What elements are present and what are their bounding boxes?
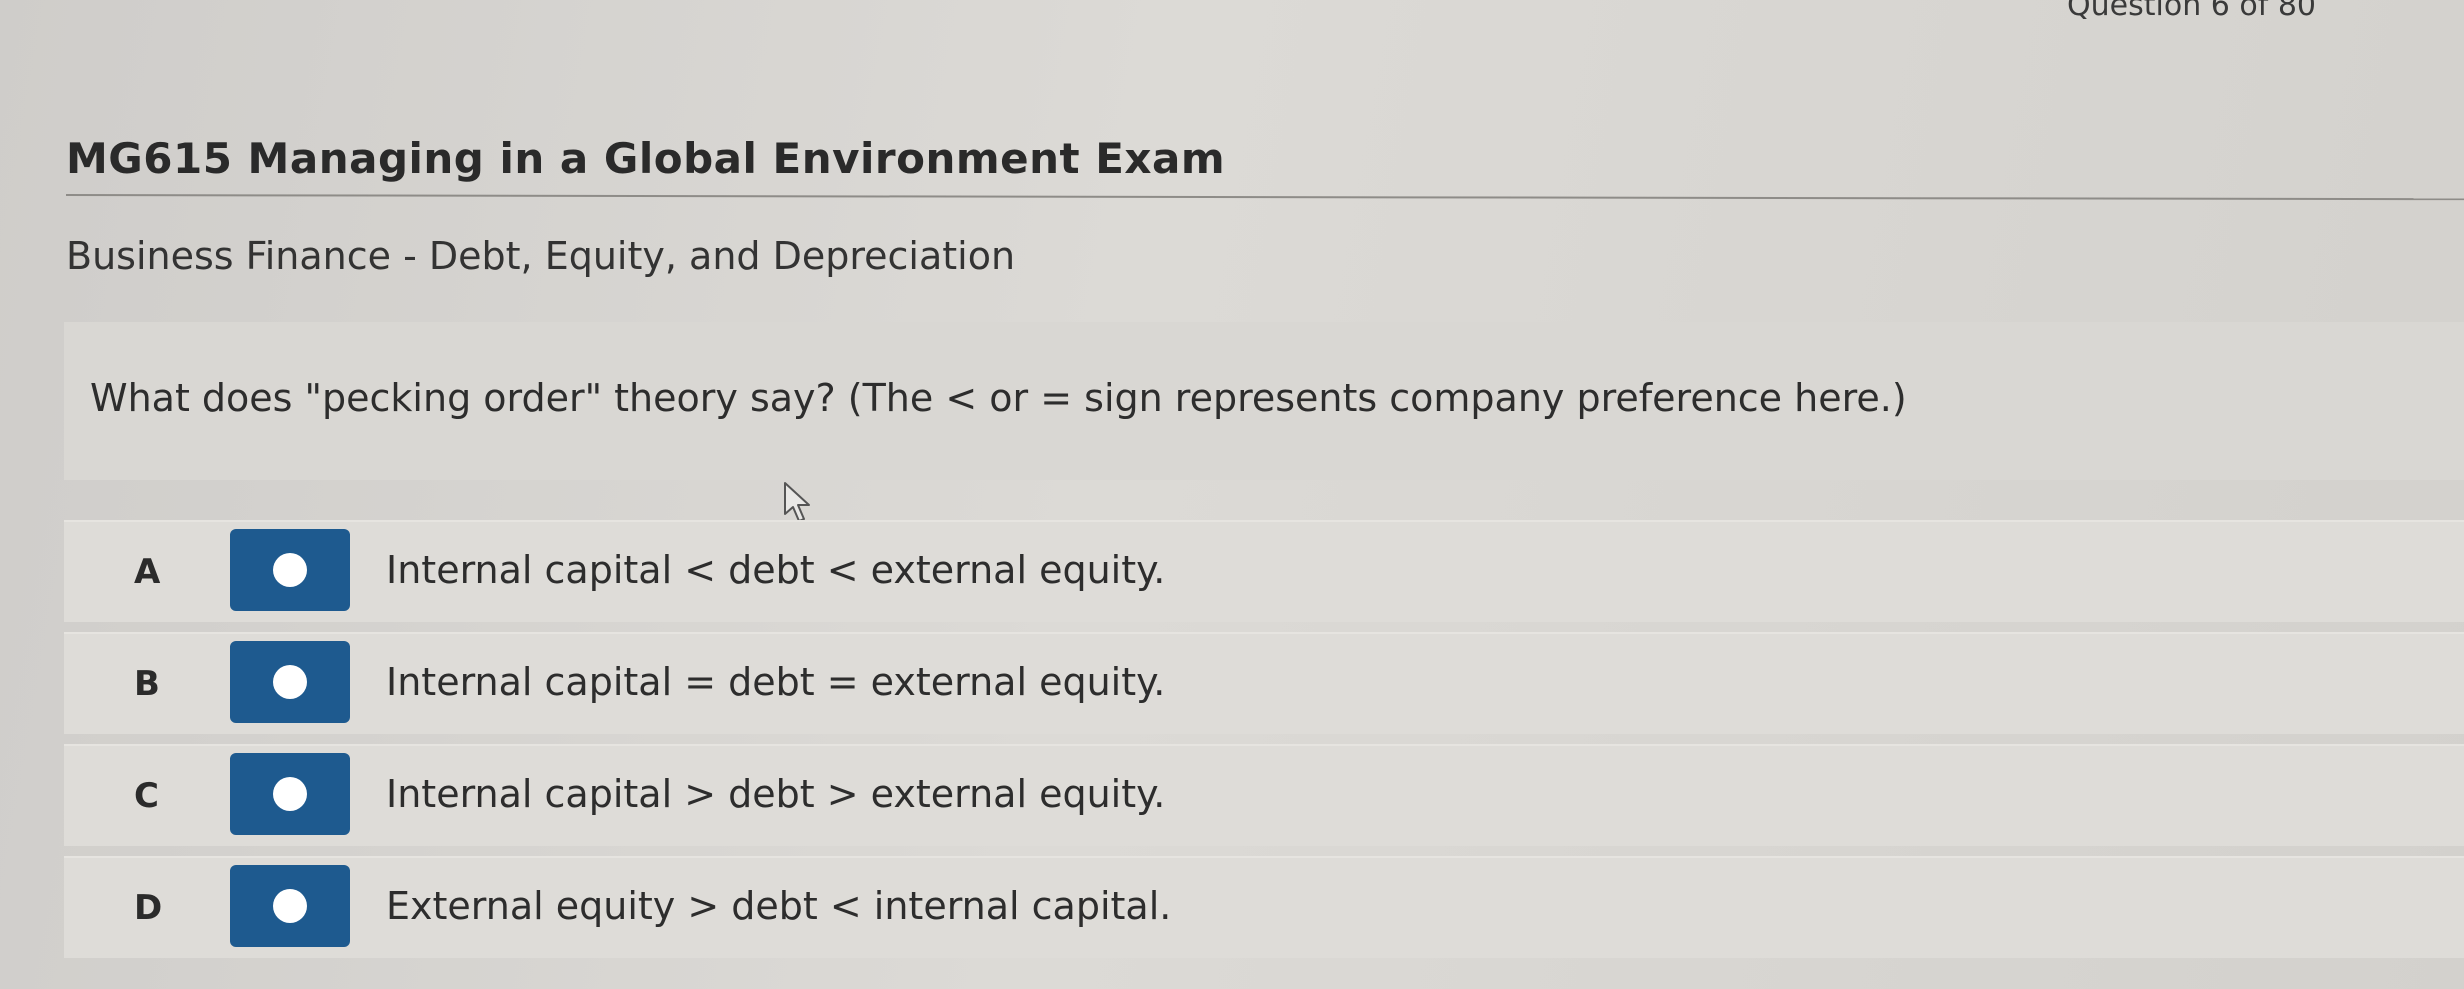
option-text: Internal capital > debt > external equit… [386, 772, 1166, 816]
option-letter: C [134, 776, 159, 816]
option-d[interactable]: D External equity > debt < internal capi… [64, 856, 2464, 958]
section-title: Business Finance - Debt, Equity, and Dep… [66, 234, 1016, 278]
radio-button-d[interactable] [230, 865, 350, 947]
option-text: External equity > debt < internal capita… [386, 884, 1172, 928]
question-counter: Question 6 of 80 [2067, 0, 2316, 23]
option-text: Internal capital = debt = external equit… [386, 660, 1166, 704]
title-divider [65, 194, 2464, 201]
radio-dot-icon [273, 777, 307, 811]
radio-dot-icon [273, 553, 307, 587]
option-letter: B [134, 664, 160, 704]
answer-options: A Internal capital < debt < external equ… [64, 520, 2464, 968]
option-c[interactable]: C Internal capital > debt > external equ… [64, 744, 2464, 846]
radio-dot-icon [273, 665, 307, 699]
option-b[interactable]: B Internal capital = debt = external equ… [64, 632, 2464, 734]
radio-dot-icon [273, 889, 307, 923]
radio-button-a[interactable] [230, 529, 350, 611]
radio-button-b[interactable] [230, 641, 350, 723]
radio-button-c[interactable] [230, 753, 350, 835]
option-letter: A [134, 552, 161, 592]
option-letter: D [134, 888, 163, 928]
exam-title: MG615 Managing in a Global Environment E… [66, 134, 1226, 183]
question-text: What does "pecking order" theory say? (T… [90, 376, 1907, 420]
option-text: Internal capital < debt < external equit… [386, 548, 1166, 592]
option-a[interactable]: A Internal capital < debt < external equ… [64, 520, 2464, 622]
